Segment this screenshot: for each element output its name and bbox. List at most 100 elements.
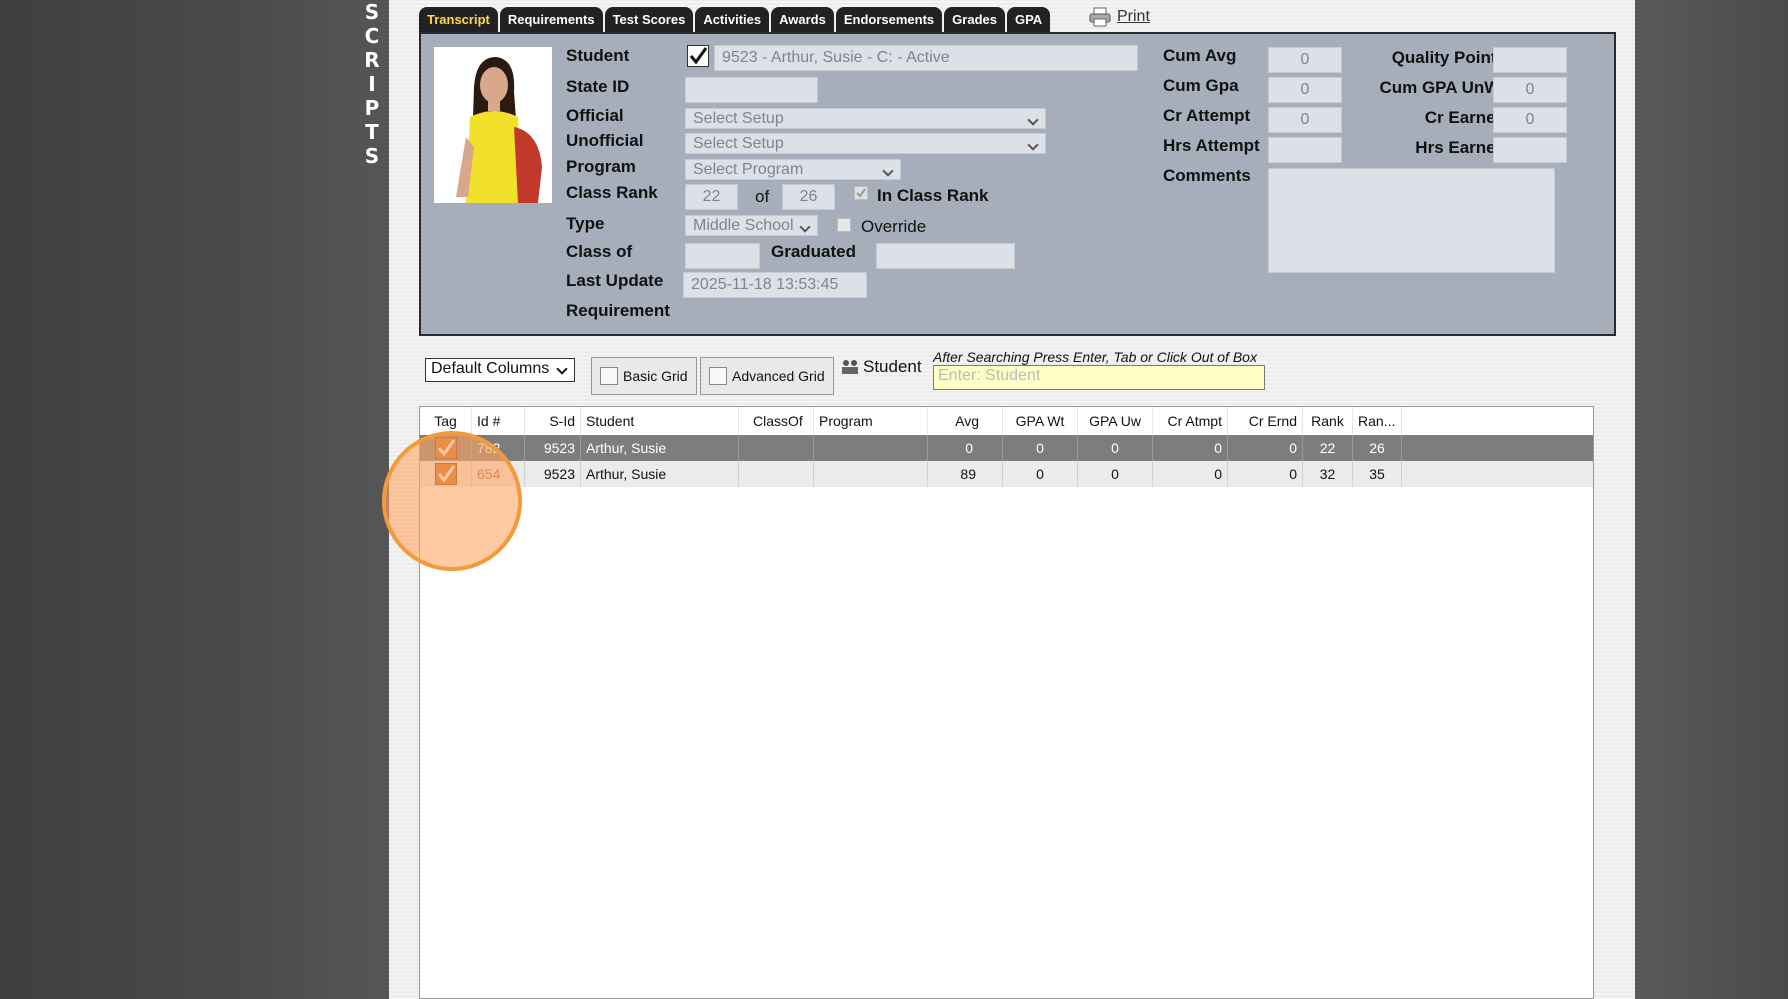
col-header-id[interactable]: Id #: [472, 407, 525, 435]
cr-ernd-cell: 0: [1228, 461, 1303, 487]
type-label: Type: [566, 214, 605, 233]
rank-field[interactable]: 22: [685, 184, 738, 210]
cr-ernd-cell: 0: [1228, 435, 1303, 461]
student-field[interactable]: 9523 - Arthur, Susie - C: - Active: [714, 45, 1138, 71]
advanced-grid-label: Advanced Grid: [732, 368, 825, 384]
id-cell: 654: [472, 461, 525, 487]
gpa-wt-cell: 0: [1003, 435, 1078, 461]
col-header-ran[interactable]: Ran...: [1353, 407, 1402, 435]
sid-cell: 9523: [525, 435, 581, 461]
printer-icon: [1089, 7, 1111, 27]
col-header-gpa-uw[interactable]: GPA Uw: [1078, 407, 1153, 435]
override-checkbox[interactable]: [837, 218, 851, 232]
print-link[interactable]: Print: [1089, 6, 1150, 28]
rank-of-field[interactable]: 26: [782, 184, 835, 210]
col-header-program[interactable]: Program: [814, 407, 928, 435]
student-cell: Arthur, Susie: [581, 461, 739, 487]
cr-earned-label: Cr Earned: [1424, 108, 1506, 127]
title-letter: C: [364, 24, 380, 48]
columns-select[interactable]: Default Columns: [425, 358, 575, 382]
title-letter: I: [368, 72, 376, 96]
avg-cell: 89: [928, 461, 1003, 487]
gpa-wt-cell: 0: [1003, 461, 1078, 487]
sid-cell: 9523: [525, 461, 581, 487]
unofficial-label: Unofficial: [566, 131, 644, 150]
class-of-field[interactable]: [685, 243, 760, 269]
tag-checkbox[interactable]: [434, 437, 457, 459]
graduated-label: Graduated: [771, 242, 857, 261]
tab-grades[interactable]: Grades: [944, 7, 1005, 32]
tab-activities[interactable]: Activities: [695, 7, 770, 32]
cr-attempt-field: 0: [1268, 107, 1342, 133]
grid-header-row: Tag Id # S-Id Student ClassOf Program Av…: [420, 407, 1593, 435]
program-cell: [814, 435, 928, 461]
basic-grid-button[interactable]: Basic Grid: [591, 357, 697, 395]
col-header-student[interactable]: Student: [581, 407, 739, 435]
last-update-field: 2025-11-18 13:53:45: [683, 272, 867, 298]
scripts-vertical-title: S C R I P T S: [362, 0, 382, 168]
main-content: Transcript Requirements Test Scores Acti…: [389, 0, 1635, 999]
tag-checkbox[interactable]: [434, 463, 457, 485]
col-header-classof[interactable]: ClassOf: [739, 407, 814, 435]
tab-gpa[interactable]: GPA: [1006, 7, 1051, 32]
rank-cell: 32: [1303, 461, 1353, 487]
cr-atmpt-cell: 0: [1153, 461, 1228, 487]
student-info-panel: Student 9523 - Arthur, Susie - C: - Acti…: [419, 32, 1616, 336]
tag-cell: [420, 461, 472, 487]
state-id-label: State ID: [566, 77, 630, 96]
comments-textarea[interactable]: [1268, 168, 1555, 273]
rank-cell: 22: [1303, 435, 1353, 461]
edit-grid-icon: [709, 367, 727, 385]
col-header-tag[interactable]: Tag: [420, 407, 472, 435]
classof-cell: [739, 435, 814, 461]
unofficial-select[interactable]: Select Setup: [685, 133, 1046, 154]
hrs-attempt-label: Hrs Attempt: [1163, 136, 1260, 155]
col-header-avg[interactable]: Avg: [928, 407, 1003, 435]
student-label: Student: [566, 46, 630, 65]
hrs-earned-field: [1493, 137, 1567, 163]
hrs-earned-label: Hrs Earned: [1415, 138, 1506, 157]
advanced-grid-button[interactable]: Advanced Grid: [700, 357, 834, 395]
table-row[interactable]: 654 9523 Arthur, Susie 89 0 0 0 0 32 35: [420, 461, 1593, 487]
people-icon: [842, 360, 858, 374]
student-cell: Arthur, Susie: [581, 435, 739, 461]
of-label: of: [755, 187, 770, 206]
student-checkbox[interactable]: [687, 45, 709, 67]
program-select[interactable]: Select Program: [685, 159, 901, 180]
student-search-input[interactable]: Enter: Student: [933, 365, 1265, 390]
cum-gpa-unwt-label: Cum GPA UnWt: [1379, 78, 1506, 97]
right-sidebar: [1635, 0, 1788, 999]
hrs-attempt-field: [1268, 137, 1342, 163]
last-update-label: Last Update: [566, 271, 664, 290]
tab-requirements[interactable]: Requirements: [499, 7, 603, 32]
tab-transcript[interactable]: Transcript: [419, 7, 498, 32]
gpa-uw-cell: 0: [1078, 435, 1153, 461]
title-letter: S: [364, 0, 380, 24]
tab-endorsements[interactable]: Endorsements: [835, 7, 943, 32]
tab-test-scores[interactable]: Test Scores: [604, 7, 694, 32]
title-letter: R: [364, 48, 380, 72]
tab-bar: Transcript Requirements Test Scores Acti…: [419, 6, 1052, 32]
tag-cell: [420, 435, 472, 461]
left-sidebar: [0, 0, 389, 999]
state-id-field[interactable]: [685, 77, 818, 103]
table-row[interactable]: 782 9523 Arthur, Susie 0 0 0 0 0 22 26: [420, 435, 1593, 461]
classof-cell: [739, 461, 814, 487]
quality-points-label: Quality Points: [1391, 48, 1506, 67]
col-header-cr-atmpt[interactable]: Cr Atmpt: [1153, 407, 1228, 435]
type-select[interactable]: Middle School: [685, 215, 818, 236]
cum-gpa-unwt-field: 0: [1493, 77, 1567, 103]
class-of-label: Class of: [566, 242, 633, 261]
tab-awards[interactable]: Awards: [771, 7, 834, 32]
col-header-sid[interactable]: S-Id: [525, 407, 581, 435]
col-header-gpa-wt[interactable]: GPA Wt: [1003, 407, 1078, 435]
graduated-field[interactable]: [876, 243, 1015, 269]
title-letter: P: [364, 96, 380, 120]
in-class-rank-checkbox[interactable]: [854, 186, 868, 200]
requirement-label: Requirement: [566, 301, 670, 320]
print-label: Print: [1117, 8, 1150, 25]
col-header-rank[interactable]: Rank: [1303, 407, 1353, 435]
col-header-cr-ernd[interactable]: Cr Ernd: [1228, 407, 1303, 435]
official-select[interactable]: Select Setup: [685, 108, 1046, 129]
cum-avg-label: Cum Avg: [1163, 46, 1237, 65]
